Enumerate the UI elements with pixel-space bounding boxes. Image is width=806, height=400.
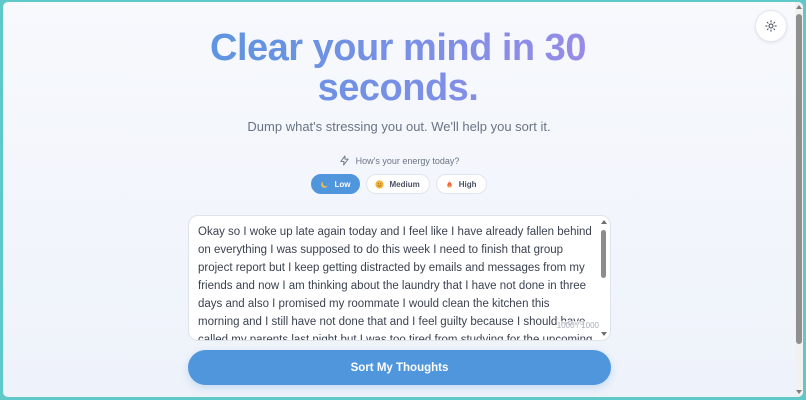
page-scroll-up-arrow-icon[interactable] bbox=[796, 5, 802, 9]
page-scroll-thumb[interactable] bbox=[796, 14, 802, 344]
sort-thoughts-button[interactable]: Sort My Thoughts bbox=[188, 350, 611, 385]
energy-question: How's your energy today? bbox=[3, 155, 795, 166]
sun-icon bbox=[765, 20, 777, 32]
flame-icon bbox=[446, 179, 452, 187]
theme-toggle-button[interactable] bbox=[755, 10, 787, 42]
page-subtitle: Dump what's stressing you out. We'll hel… bbox=[247, 119, 551, 134]
thought-dump-textarea[interactable]: Okay so I woke up late again today and I… bbox=[188, 215, 611, 341]
page-scrollbar[interactable] bbox=[795, 2, 803, 397]
energy-option-high[interactable]: High bbox=[435, 174, 487, 194]
energy-option-label: Medium bbox=[389, 179, 420, 189]
lightning-icon bbox=[339, 155, 349, 166]
app-window: Clear your mind in 30 seconds. Dump what… bbox=[3, 2, 803, 397]
energy-option-low[interactable]: Low bbox=[311, 174, 361, 194]
page-title: Clear your mind in 30 seconds. bbox=[183, 28, 613, 108]
thought-dump-text[interactable]: Okay so I woke up late again today and I… bbox=[198, 223, 593, 340]
energy-selector: Low Medium High bbox=[3, 174, 795, 194]
crescent-moon-icon bbox=[321, 181, 328, 188]
page-scroll-down-arrow-icon[interactable] bbox=[796, 390, 802, 394]
scroll-up-arrow-icon[interactable] bbox=[601, 220, 607, 224]
textarea-scrollbar[interactable] bbox=[600, 218, 608, 338]
smile-face-icon bbox=[375, 179, 385, 189]
energy-option-label: High bbox=[458, 179, 477, 189]
character-counter: 1000 / 1000 bbox=[556, 321, 599, 330]
energy-question-label: How's your energy today? bbox=[355, 155, 460, 166]
scroll-down-arrow-icon[interactable] bbox=[601, 332, 607, 336]
energy-option-label: Low bbox=[334, 179, 351, 189]
textarea-scroll-thumb[interactable] bbox=[601, 230, 606, 278]
energy-option-medium[interactable]: Medium bbox=[366, 174, 430, 194]
